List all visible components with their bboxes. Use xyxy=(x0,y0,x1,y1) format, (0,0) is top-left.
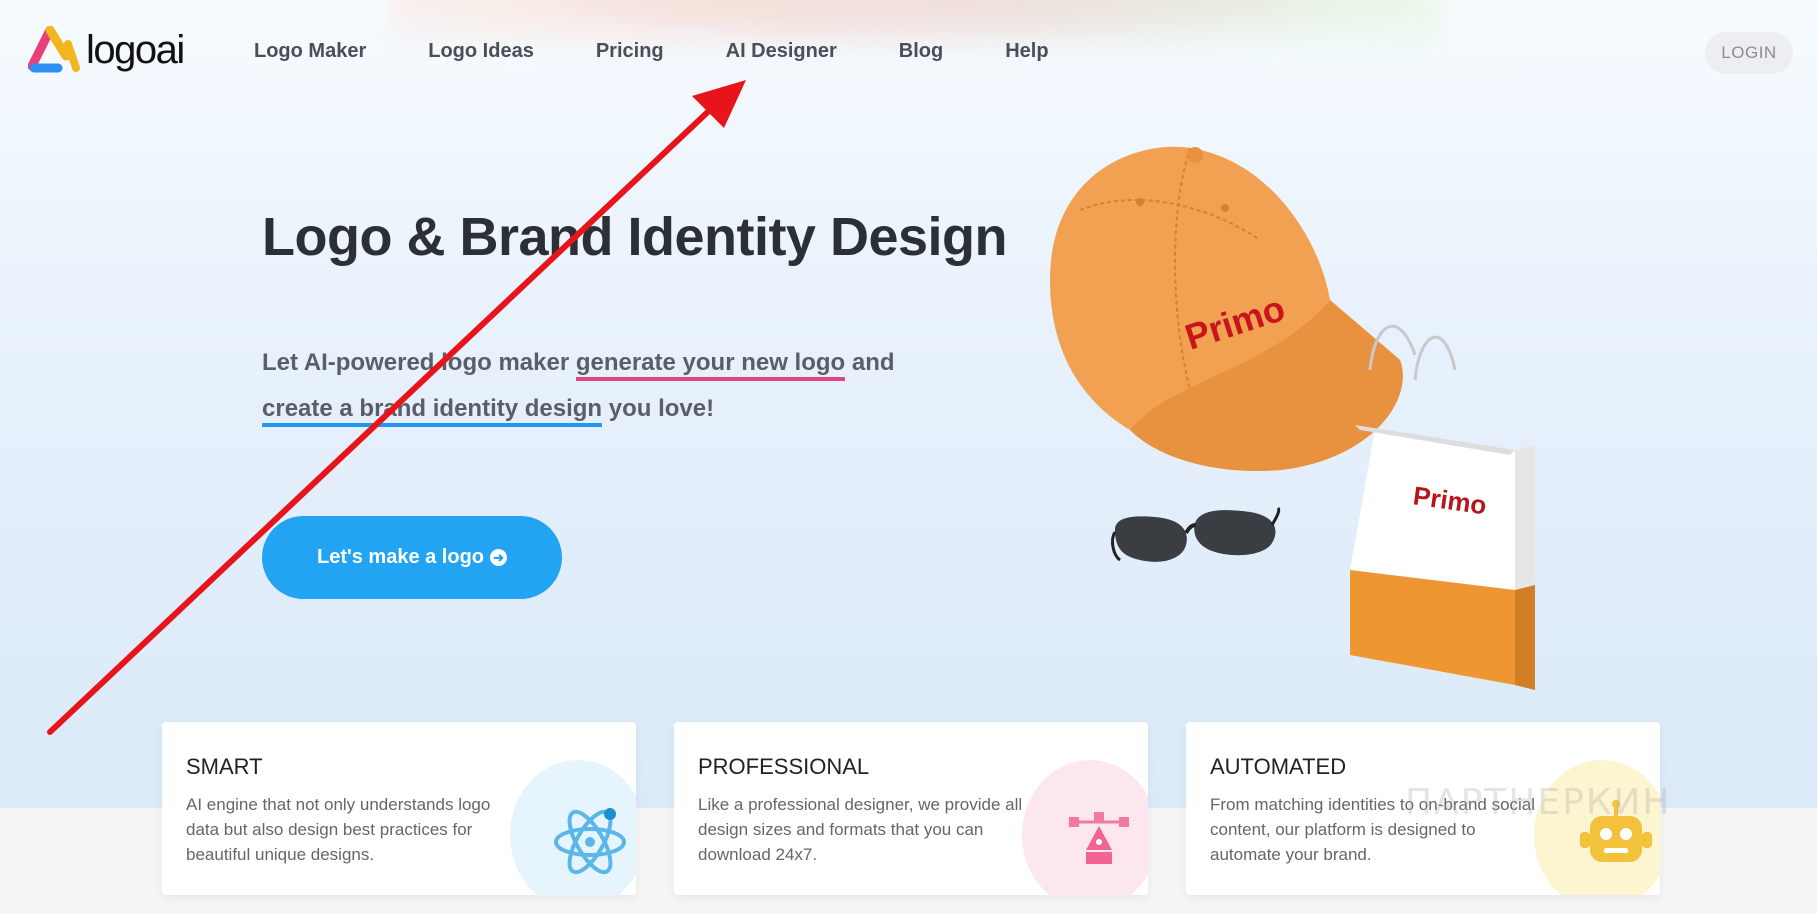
arrow-right-circle-icon: ➜ xyxy=(490,549,508,566)
card-text: AI engine that not only understands logo… xyxy=(186,795,491,864)
cap-image: Primo xyxy=(1050,146,1403,471)
card-title: AUTOMATED xyxy=(1210,754,1347,779)
hero-subtitle: Let AI-powered logo maker generate your … xyxy=(262,340,982,432)
subtitle-text: and xyxy=(845,349,895,376)
watermark-text: ПАРТНЕРКИН xyxy=(1405,782,1672,823)
make-logo-button[interactable]: Let's make a logo ➜ xyxy=(262,516,562,599)
card-text: Like a professional designer, we provide… xyxy=(698,795,1023,864)
login-button[interactable]: LOGIN xyxy=(1705,32,1793,74)
subtitle-text: you love! xyxy=(602,395,715,422)
brand-name: logoai xyxy=(86,28,185,72)
feature-card-smart: SMART AI engine that not only understand… xyxy=(162,722,636,895)
cta-label: Let's make a logo xyxy=(316,546,485,568)
nav-blog[interactable]: Blog xyxy=(899,40,943,63)
card-title: SMART xyxy=(186,754,263,779)
atom-icon xyxy=(554,808,626,875)
nav-logo-ideas[interactable]: Logo Ideas xyxy=(428,40,534,63)
pen-tool-icon xyxy=(1069,812,1129,864)
subtitle-text: Let AI-powered logo maker xyxy=(262,349,576,376)
card-title: PROFESSIONAL xyxy=(698,754,870,779)
nav-pricing[interactable]: Pricing xyxy=(596,40,664,63)
product-mockups: Primo Primo xyxy=(1050,146,1535,690)
nav-logo-maker[interactable]: Logo Maker xyxy=(254,40,366,63)
nav-ai-designer[interactable]: AI Designer xyxy=(726,40,837,63)
main-nav: Logo Maker Logo Ideas Pricing AI Designe… xyxy=(254,40,1111,63)
nav-help[interactable]: Help xyxy=(1005,40,1048,63)
hero-title: Logo & Brand Identity Design xyxy=(262,207,1008,267)
subtitle-highlight-pink: generate your new logo xyxy=(575,349,846,381)
logo-mark-icon xyxy=(28,26,80,73)
sunglasses-image xyxy=(1111,506,1281,562)
feature-card-professional: PROFESSIONAL Like a professional designe… xyxy=(674,722,1148,895)
subtitle-highlight-blue: create a brand identity design xyxy=(262,395,603,427)
brand-logo[interactable]: logoai xyxy=(28,26,185,74)
